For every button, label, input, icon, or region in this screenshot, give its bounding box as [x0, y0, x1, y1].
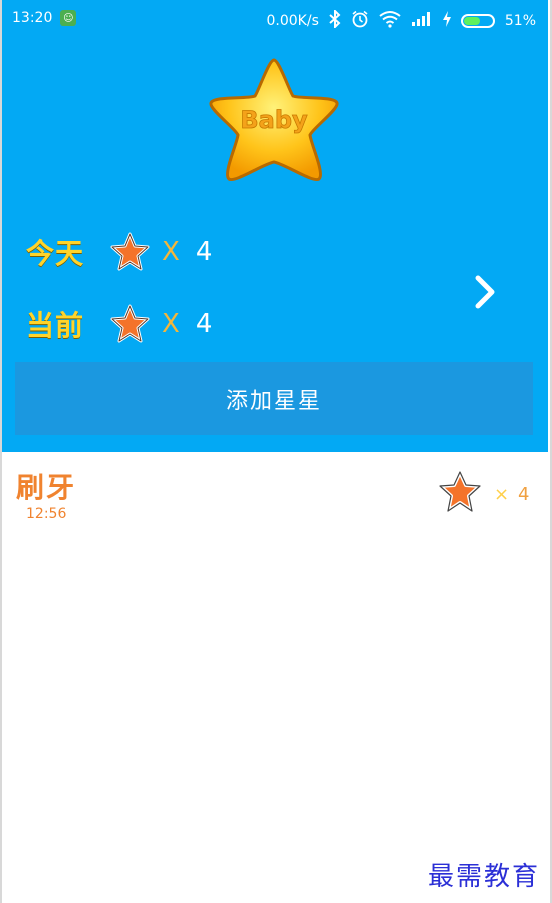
charging-icon	[442, 11, 451, 31]
star-icon	[438, 470, 482, 513]
list-item[interactable]: 刷牙 12:56 × 4	[2, 452, 548, 532]
times-sign: X	[162, 309, 180, 339]
current-row: 当前 X 4	[26, 304, 212, 344]
header-panel: 13:20 ☺ 0.00K/s 51% Baby 今天 X 4 当前 X 4 添…	[2, 0, 548, 452]
network-speed: 0.00K/s	[266, 13, 319, 29]
today-row: 今天 X 4	[26, 232, 212, 272]
bluetooth-icon	[329, 8, 341, 32]
status-time: 13:20	[12, 10, 53, 26]
battery-icon	[460, 14, 495, 28]
status-left: 13:20 ☺	[12, 10, 77, 26]
today-count: 4	[195, 237, 213, 267]
add-star-button[interactable]: 添加星星	[15, 362, 533, 435]
wifi-icon	[379, 10, 401, 32]
battery-level-icon	[463, 17, 481, 25]
current-count: 4	[195, 309, 213, 339]
baby-badge-text: Baby	[240, 106, 308, 134]
star-icon	[110, 232, 150, 271]
record-time: 12:56	[26, 506, 67, 522]
baby-star-badge: Baby	[209, 58, 339, 181]
chevron-right-icon[interactable]	[472, 274, 500, 310]
battery-percent: 51%	[504, 13, 536, 29]
star-icon	[110, 304, 150, 343]
times-sign: ×	[494, 484, 510, 505]
record-count: 4	[518, 484, 530, 505]
app-notification-icon: ☺	[60, 10, 77, 26]
record-title: 刷牙	[16, 471, 77, 504]
signal-icon	[411, 11, 433, 31]
times-sign: X	[162, 237, 180, 267]
watermark-text: 最需教育	[428, 862, 541, 892]
alarm-icon	[351, 10, 369, 32]
status-bar: 13:20 ☺ 0.00K/s 51%	[2, 0, 548, 38]
status-right: 0.00K/s 51%	[266, 8, 536, 32]
current-label: 当前	[26, 309, 85, 342]
today-label: 今天	[26, 237, 85, 270]
